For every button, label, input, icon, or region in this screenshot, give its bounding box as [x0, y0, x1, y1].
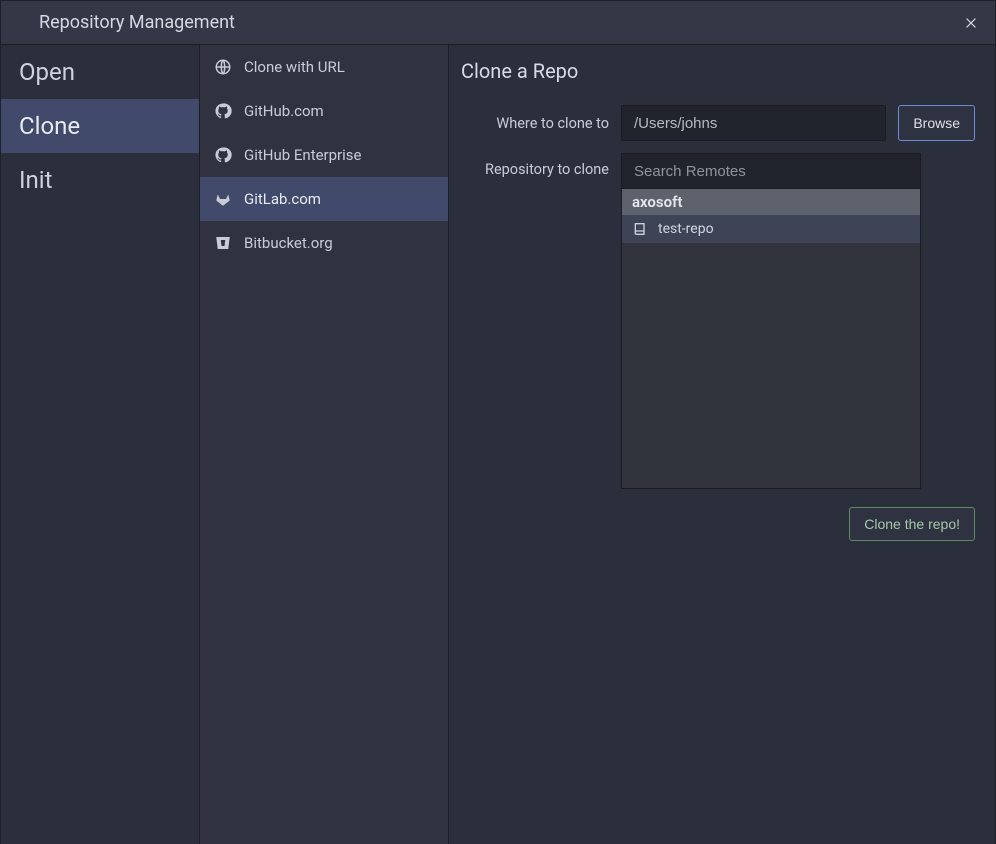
book-icon	[632, 221, 648, 237]
source-label: Bitbucket.org	[244, 234, 333, 252]
source-gitlab-com[interactable]: GitLab.com	[200, 177, 448, 221]
github-icon	[214, 102, 232, 120]
source-label: GitHub.com	[244, 102, 324, 120]
tab-clone[interactable]: Clone	[1, 99, 199, 153]
repo-group-header: axosoft	[622, 189, 920, 215]
source-github-com[interactable]: GitHub.com	[200, 89, 448, 133]
source-label: GitLab.com	[244, 190, 321, 208]
clone-panel: Clone a Repo Where to clone to Browse Re…	[449, 45, 995, 844]
source-label: Clone with URL	[244, 58, 345, 76]
globe-icon	[214, 58, 232, 76]
source-bitbucket-org[interactable]: Bitbucket.org	[200, 221, 448, 265]
search-remotes-input[interactable]	[621, 153, 921, 189]
github-icon	[214, 146, 232, 164]
titlebar: Repository Management	[1, 1, 995, 45]
close-icon	[964, 16, 978, 30]
repo-list[interactable]: axosoft test-repo	[621, 189, 921, 489]
tab-open[interactable]: Open	[1, 45, 199, 99]
panel-heading: Clone a Repo	[461, 59, 975, 83]
primary-tabs: Open Clone Init	[1, 45, 199, 844]
repo-name: test-repo	[658, 221, 714, 237]
source-clone-with-url[interactable]: Clone with URL	[200, 45, 448, 89]
where-to-clone-input[interactable]	[621, 105, 886, 141]
window-title: Repository Management	[39, 12, 235, 33]
close-button[interactable]	[961, 13, 981, 33]
where-to-clone-label: Where to clone to	[461, 115, 609, 132]
bitbucket-icon	[214, 234, 232, 252]
gitlab-icon	[214, 190, 232, 208]
source-github-enterprise[interactable]: GitHub Enterprise	[200, 133, 448, 177]
browse-button[interactable]: Browse	[898, 105, 975, 141]
clone-sources: Clone with URL GitHub.com GitHub Enterpr…	[199, 45, 449, 844]
source-label: GitHub Enterprise	[244, 146, 362, 164]
clone-repo-button[interactable]: Clone the repo!	[849, 507, 975, 541]
tab-init[interactable]: Init	[1, 153, 199, 207]
repo-item[interactable]: test-repo	[622, 215, 920, 243]
repository-to-clone-label: Repository to clone	[461, 153, 609, 178]
